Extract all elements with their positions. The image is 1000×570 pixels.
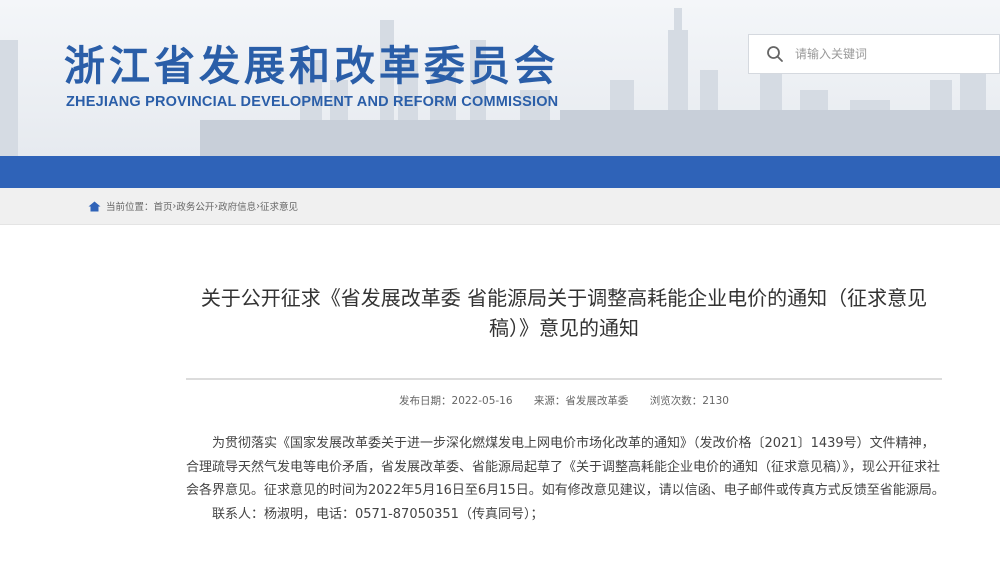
home-icon	[88, 201, 101, 211]
title-divider	[186, 378, 942, 380]
breadcrumb-item-government-affairs[interactable]: 政务公开	[176, 199, 214, 213]
site-title-english: ZHEJIANG PROVINCIAL DEVELOPMENT AND REFO…	[66, 94, 559, 110]
publish-date: 发布日期：2022-05-16	[399, 395, 513, 407]
breadcrumb-item-government-info[interactable]: 政府信息	[218, 199, 256, 213]
article-source: 来源：省发展改革委	[533, 395, 629, 407]
article-paragraph: 为贯彻落实《国家发展改革委关于进一步深化燃煤发电上网电价市场化改革的通知》（发改…	[186, 436, 945, 498]
search-icon[interactable]	[765, 44, 785, 64]
contact-info: 联系人：杨淑明，电话：0571-87050351（传真同号）；	[212, 506, 544, 522]
breadcrumb-prefix: 当前位置：	[106, 202, 154, 213]
breadcrumb: 当前位置： 首页 › 政务公开 › 政府信息 › 征求意见	[88, 199, 298, 213]
article-meta: 发布日期：2022-05-16 来源：省发展改革委 浏览次数：2130	[186, 393, 942, 408]
navigation-band	[0, 156, 1000, 188]
article-body: 为贯彻落实《国家发展改革委关于进一步深化燃煤发电上网电价市场化改革的通知》（发改…	[186, 432, 946, 526]
site-header: 浙江省发展和改革委员会 ZHEJIANG PROVINCIAL DEVELOPM…	[0, 0, 1000, 156]
article-title: 关于公开征求《省发展改革委 省能源局关于调整高耗能企业电价的通知（征求意见稿）》…	[200, 286, 928, 340]
search-input[interactable]	[793, 46, 987, 62]
view-count: 浏览次数：2130	[649, 395, 729, 407]
site-title-chinese[interactable]: 浙江省发展和改革委员会	[64, 32, 559, 92]
breadcrumb-item-solicitation[interactable]: 征求意见	[260, 199, 298, 213]
search-box[interactable]	[748, 34, 1000, 74]
breadcrumb-bar: 当前位置： 首页 › 政务公开 › 政府信息 › 征求意见	[0, 188, 1000, 225]
breadcrumb-item-home[interactable]: 首页	[154, 199, 173, 213]
